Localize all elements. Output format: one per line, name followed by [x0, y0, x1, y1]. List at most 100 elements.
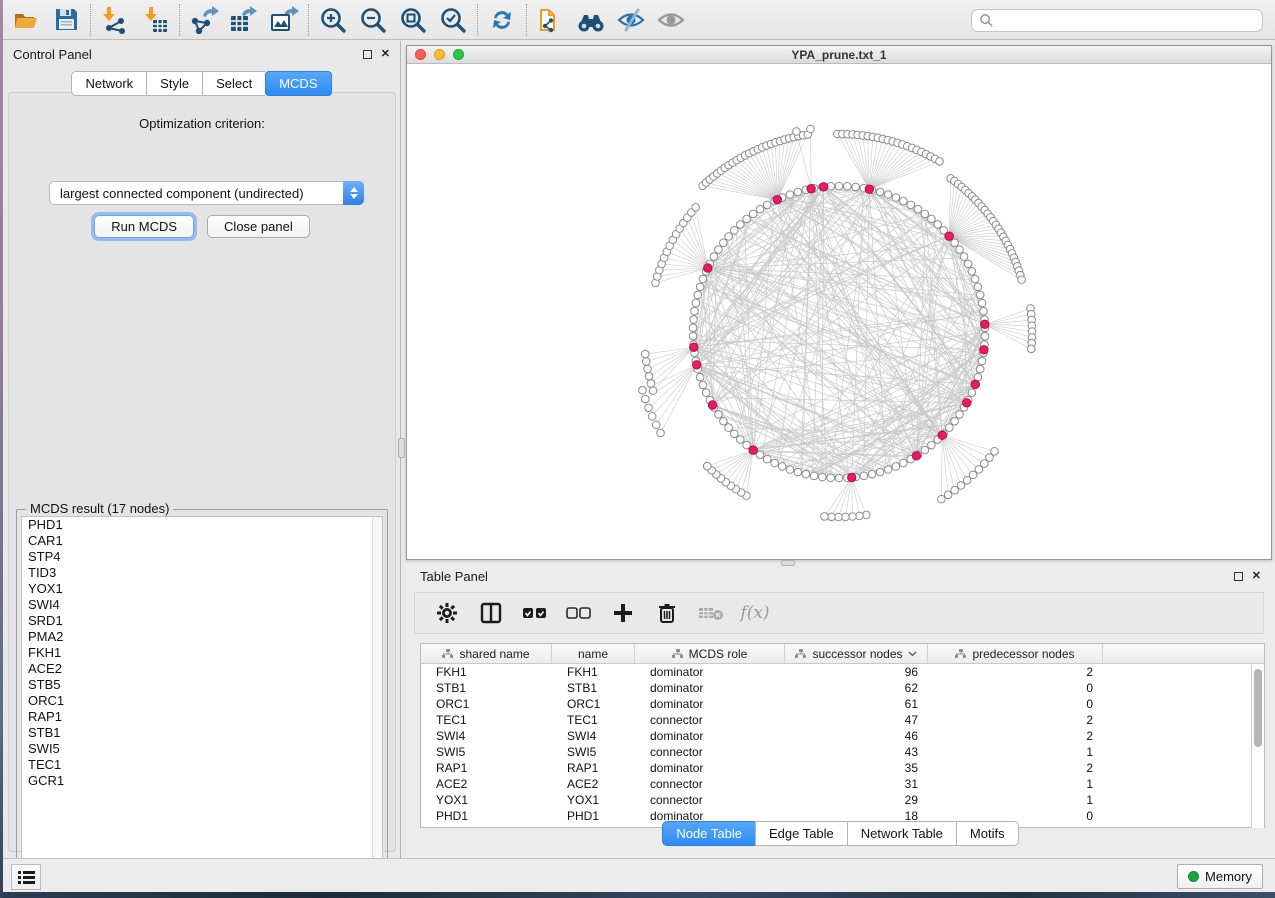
column-header-shared-name[interactable]: shared name	[421, 644, 552, 663]
mcds-result-item[interactable]: SWI5	[22, 741, 382, 757]
export-network-icon[interactable]	[184, 2, 224, 38]
tab-edge-table[interactable]: Edge Table	[755, 821, 847, 846]
tab-network-table[interactable]: Network Table	[847, 821, 956, 846]
close-panel-button[interactable]: Close panel	[207, 215, 310, 238]
float-table-panel-icon[interactable]	[1234, 572, 1243, 581]
mcds-result-list[interactable]: PHD1CAR1STP4TID3YOX1SWI4SRD1PMA2FKH1ACE2…	[21, 516, 383, 874]
tab-select[interactable]: Select	[202, 71, 265, 96]
mcds-result-item[interactable]: TID3	[22, 565, 382, 581]
network-window-titlebar[interactable]: YPA_prune.txt_1	[407, 46, 1271, 64]
cell-successors: 29	[785, 792, 928, 808]
mcds-result-item[interactable]: FKH1	[22, 645, 382, 661]
toolbar-search[interactable]	[971, 9, 1263, 32]
table-row[interactable]: TEC1TEC1connector472	[421, 712, 1264, 728]
table-settings-gear-icon[interactable]	[433, 599, 461, 627]
control-panel-tabs: Network Style Select MCDS	[3, 71, 400, 96]
column-header-successor-nodes[interactable]: successor nodes	[785, 644, 928, 663]
save-session-icon[interactable]	[46, 2, 86, 38]
cell-shared_name: FKH1	[421, 664, 552, 680]
mcds-result-item[interactable]: RAP1	[22, 709, 382, 725]
search-network-icon[interactable]	[571, 2, 611, 38]
network-graph[interactable]	[407, 64, 1271, 558]
add-column-icon[interactable]	[609, 599, 637, 627]
zoom-out-icon[interactable]	[353, 2, 393, 38]
table-panel: Table Panel ✕	[406, 563, 1275, 858]
cell-name: SWI4	[552, 728, 635, 744]
tab-node-table[interactable]: Node Table	[662, 821, 755, 846]
task-history-button[interactable]	[11, 864, 41, 890]
control-panel-header: Control Panel ✕	[3, 41, 400, 67]
mcds-result-item[interactable]: TEC1	[22, 757, 382, 773]
mcds-result-item[interactable]: STP4	[22, 549, 382, 565]
table-tabs: Node Table Edge Table Network Table Moti…	[406, 821, 1275, 846]
table-scrollbar[interactable]	[1251, 665, 1264, 828]
mcds-result-item[interactable]: PMA2	[22, 629, 382, 645]
cell-predecessors: 1	[928, 776, 1103, 792]
table-splitter-handle[interactable]	[781, 560, 795, 566]
mcds-result-item[interactable]: PHD1	[22, 517, 382, 533]
delete-column-trash-icon[interactable]	[653, 599, 681, 627]
table-row[interactable]: YOX1YOX1connector291	[421, 792, 1264, 808]
float-panel-icon[interactable]	[363, 50, 372, 59]
run-mcds-button[interactable]: Run MCDS	[94, 215, 194, 238]
show-eye-icon	[651, 2, 691, 38]
mcds-result-item[interactable]: ACE2	[22, 661, 382, 677]
show-columns-icon[interactable]	[477, 599, 505, 627]
main-toolbar	[0, 0, 1275, 40]
table-row[interactable]: ACE2ACE2connector311	[421, 776, 1264, 792]
cell-predecessors: 2	[928, 728, 1103, 744]
table-row[interactable]: SWI4SWI4dominator462	[421, 728, 1264, 744]
cell-name: STB1	[552, 680, 635, 696]
zoom-selected-icon[interactable]	[433, 2, 473, 38]
open-session-icon[interactable]	[6, 2, 46, 38]
tab-style[interactable]: Style	[146, 71, 202, 96]
zoom-fit-icon[interactable]	[393, 2, 433, 38]
cell-role: dominator	[635, 760, 785, 776]
mcds-result-item[interactable]: GCR1	[22, 773, 382, 789]
tab-motifs[interactable]: Motifs	[956, 821, 1019, 846]
refresh-icon[interactable]	[482, 2, 522, 38]
cell-name: FKH1	[552, 664, 635, 680]
export-table-icon[interactable]	[224, 2, 264, 38]
table-row[interactable]: FKH1FKH1dominator962	[421, 664, 1264, 680]
mcds-result-item[interactable]: ORC1	[22, 693, 382, 709]
close-panel-icon[interactable]: ✕	[381, 49, 390, 60]
shared-column-icon	[955, 649, 967, 659]
import-table-icon[interactable]	[135, 2, 175, 38]
mcds-result-item[interactable]: STB1	[22, 725, 382, 741]
dropdown-stepper-icon	[343, 181, 364, 205]
table-row[interactable]: SWI5SWI5connector431	[421, 744, 1264, 760]
cell-role: connector	[635, 712, 785, 728]
mcds-result-groupbox: MCDS result (17 nodes) PHD1CAR1STP4TID3Y…	[16, 509, 388, 880]
share-document-icon[interactable]	[531, 2, 571, 38]
zoom-in-icon[interactable]	[313, 2, 353, 38]
import-network-icon[interactable]	[95, 2, 135, 38]
list-scrollbar[interactable]	[372, 517, 382, 873]
close-table-panel-icon[interactable]: ✕	[1252, 571, 1261, 582]
mcds-result-item[interactable]: SRD1	[22, 613, 382, 629]
deselect-all-icon[interactable]	[565, 599, 593, 627]
table-scrollbar-thumb[interactable]	[1254, 669, 1262, 747]
memory-button[interactable]: Memory	[1177, 864, 1263, 889]
select-all-icon[interactable]	[521, 599, 549, 627]
tab-mcds[interactable]: MCDS	[265, 71, 331, 96]
search-input[interactable]	[994, 14, 1262, 28]
tab-network[interactable]: Network	[71, 71, 146, 96]
mcds-result-item[interactable]: SWI4	[22, 597, 382, 613]
export-image-icon[interactable]	[264, 2, 304, 38]
table-row[interactable]: RAP1RAP1dominator352	[421, 760, 1264, 776]
column-header-predecessor-nodes[interactable]: predecessor nodes	[928, 644, 1103, 663]
table-row[interactable]: ORC1ORC1dominator610	[421, 696, 1264, 712]
criterion-dropdown[interactable]: largest connected component (undirected)	[49, 181, 364, 205]
table-row[interactable]: STB1STB1dominator620	[421, 680, 1264, 696]
column-header-MCDS-role[interactable]: MCDS role	[635, 644, 785, 663]
cell-successors: 62	[785, 680, 928, 696]
hide-eye-icon[interactable]	[611, 2, 651, 38]
mcds-result-item[interactable]: CAR1	[22, 533, 382, 549]
sort-chevron-icon	[908, 651, 917, 657]
mcds-result-item[interactable]: STB5	[22, 677, 382, 693]
panel-splitter-handle[interactable]	[398, 438, 405, 458]
mcds-result-item[interactable]: YOX1	[22, 581, 382, 597]
cell-role: dominator	[635, 664, 785, 680]
column-header-name[interactable]: name	[552, 644, 635, 663]
